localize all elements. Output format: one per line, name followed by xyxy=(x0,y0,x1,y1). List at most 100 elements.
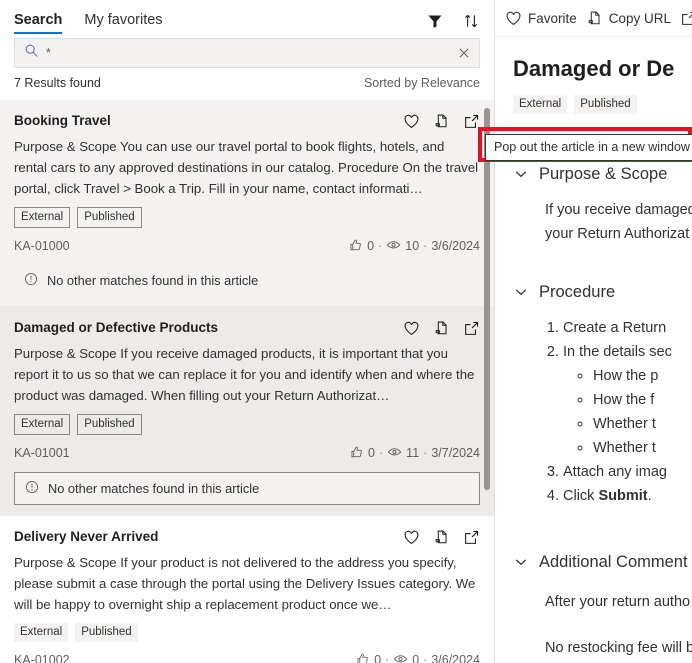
chip-published: Published xyxy=(77,207,142,228)
tabs: Search My favorites xyxy=(14,12,163,34)
card-stats: 0 · 0 · 3/6/2024 xyxy=(356,651,480,663)
section-purpose-scope: Purpose & Scope If you receive damaged y… xyxy=(513,162,692,246)
step-text: In the details sec xyxy=(563,344,672,360)
step-text: Attach any imag xyxy=(563,464,667,480)
no-matches-text: No other matches found in this article xyxy=(47,273,259,288)
like-stat: 0 xyxy=(349,238,374,255)
stat-separator: · xyxy=(385,653,390,663)
card-footer: KA-01001 0 · 11 · 3/7/2024 xyxy=(14,444,480,462)
sort-icon[interactable] xyxy=(462,12,480,30)
chip-external: External xyxy=(14,623,69,642)
heart-icon[interactable] xyxy=(403,113,420,130)
step-text: Create a Return xyxy=(563,320,667,336)
chevron-down-icon xyxy=(513,554,529,570)
chip-published: Published xyxy=(574,95,637,114)
like-stat: 0 xyxy=(350,445,375,462)
card-date: 3/6/2024 xyxy=(431,239,480,253)
pop-out-icon[interactable] xyxy=(463,320,480,337)
scrollbar-thumb[interactable] xyxy=(484,108,490,490)
chip-external: External xyxy=(513,95,568,114)
step-item: In the details sec How the p How the f W… xyxy=(563,340,692,460)
view-count: 0 xyxy=(412,653,420,663)
section-body: After your return autho No restocking fe… xyxy=(513,590,692,660)
card-date: 3/6/2024 xyxy=(431,653,480,663)
result-card[interactable]: Damaged or Defective Products Purpose & … xyxy=(0,307,494,516)
stat-separator: · xyxy=(379,446,384,460)
pop-out-button[interactable] xyxy=(680,10,692,27)
page-title: Damaged or De xyxy=(513,56,675,81)
card-header: Delivery Never Arrived xyxy=(14,528,480,546)
like-count: 0 xyxy=(367,239,375,253)
copy-url-button[interactable]: Copy URL xyxy=(586,10,671,27)
article-preview-pane: Favorite Copy URL Damaged or De External… xyxy=(495,0,692,663)
card-snippet: Purpose & Scope If your product is not d… xyxy=(14,555,476,612)
copy-url-icon[interactable] xyxy=(433,320,450,337)
section-header[interactable]: Procedure xyxy=(513,280,692,304)
pop-out-icon[interactable] xyxy=(463,113,480,130)
step-item: Attach any imag xyxy=(563,460,692,484)
results-list: Booking Travel Purpose & Scope You can u… xyxy=(0,100,494,663)
section-heading: Procedure xyxy=(539,283,616,301)
card-title: Booking Travel xyxy=(14,113,111,128)
thumbs-up-icon xyxy=(349,238,363,255)
card-stats: 0 · 11 · 3/7/2024 xyxy=(350,444,480,462)
filter-icon[interactable] xyxy=(426,12,444,30)
card-chips: External Published xyxy=(14,623,480,642)
heart-icon[interactable] xyxy=(403,320,420,337)
chevron-down-icon xyxy=(513,166,529,182)
paragraph: After your return autho xyxy=(545,594,691,610)
eye-icon xyxy=(393,651,408,663)
tab-my-favorites-label: My favorites xyxy=(84,12,163,28)
section-additional-comments: Additional Comment After your return aut… xyxy=(513,550,692,660)
step-item: Create a Return xyxy=(563,316,692,340)
heart-icon xyxy=(505,10,522,27)
no-matches-banner: No other matches found in this article xyxy=(14,265,480,296)
section-procedure: Procedure Create a Return In the details… xyxy=(513,280,692,508)
eye-icon xyxy=(386,237,401,255)
section-header[interactable]: Additional Comment xyxy=(513,550,692,574)
like-stat: 0 xyxy=(356,652,381,663)
copy-url-icon[interactable] xyxy=(433,529,450,546)
substep-item: How the p xyxy=(593,364,692,388)
search-input-value: * xyxy=(46,45,51,60)
step-tail: . xyxy=(647,488,652,504)
info-icon xyxy=(25,480,39,497)
no-matches-text: No other matches found in this article xyxy=(48,481,260,496)
card-article-id: KA-01002 xyxy=(14,653,70,663)
result-card[interactable]: Booking Travel Purpose & Scope You can u… xyxy=(0,100,494,307)
sort-order-label[interactable]: Sorted by Relevance xyxy=(364,76,480,90)
substep-list: How the p How the f Whether t Whether t xyxy=(563,364,692,460)
card-footer: KA-01002 0 · 0 · 3/6/2024 xyxy=(14,651,480,663)
tab-my-favorites[interactable]: My favorites xyxy=(84,12,162,34)
paragraph: If you receive damaged xyxy=(545,202,692,218)
close-icon[interactable] xyxy=(457,46,471,60)
search-icon xyxy=(24,43,39,63)
card-actions xyxy=(403,113,480,130)
chip-external: External xyxy=(14,414,71,435)
tab-strip-actions xyxy=(426,12,480,34)
tab-search[interactable]: Search xyxy=(14,12,63,34)
card-date: 3/7/2024 xyxy=(431,446,480,460)
section-header[interactable]: Purpose & Scope xyxy=(513,162,692,186)
card-actions xyxy=(403,320,480,337)
view-stat: 0 xyxy=(393,651,419,663)
pop-out-icon[interactable] xyxy=(463,529,480,546)
results-scrollbar[interactable] xyxy=(482,100,492,663)
no-matches-banner: No other matches found in this article xyxy=(14,472,480,505)
app-root: Search My favorites * 7 Results found So… xyxy=(0,0,692,663)
substep-item: How the f xyxy=(593,388,692,412)
card-article-id: KA-01001 xyxy=(14,446,70,460)
copy-url-icon xyxy=(586,10,603,27)
card-actions xyxy=(403,529,480,546)
search-results-pane: Search My favorites * 7 Results found So… xyxy=(0,0,495,663)
section-body: If you receive damaged your Return Autho… xyxy=(513,198,692,246)
copy-url-icon[interactable] xyxy=(433,113,450,130)
heart-icon[interactable] xyxy=(403,529,420,546)
search-input[interactable]: * xyxy=(14,38,480,68)
favorite-label: Favorite xyxy=(528,10,577,26)
eye-icon xyxy=(387,444,402,462)
chip-external: External xyxy=(14,207,71,228)
result-card[interactable]: Delivery Never Arrived Purpose & Scope I… xyxy=(0,516,494,663)
favorite-button[interactable]: Favorite xyxy=(505,10,577,27)
stat-separator-2: · xyxy=(423,446,428,460)
